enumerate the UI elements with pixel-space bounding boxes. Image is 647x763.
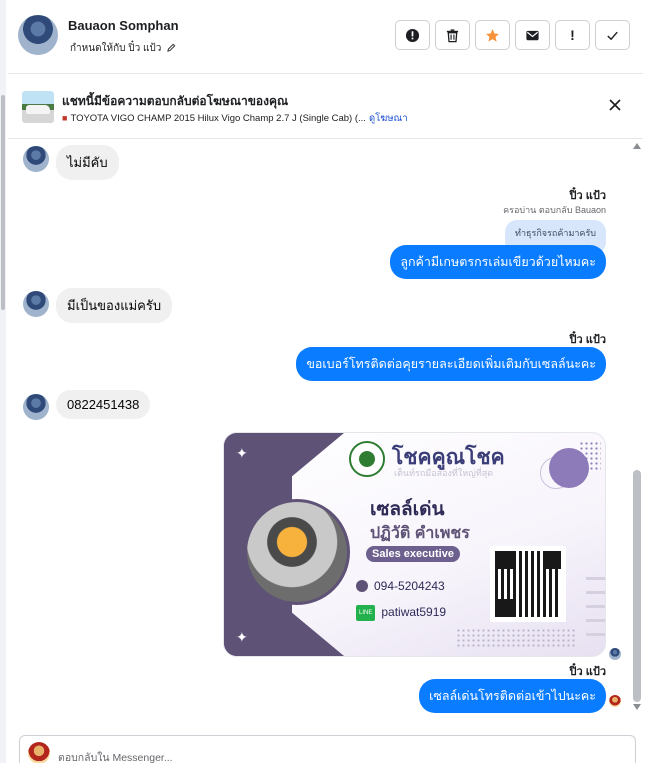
sender-avatar bbox=[609, 695, 621, 707]
contact-avatar-small bbox=[23, 291, 49, 317]
scroll-down-arrow-icon[interactable] bbox=[633, 704, 641, 710]
chat-scrollbar[interactable] bbox=[632, 140, 643, 710]
incoming-message: มีเป็นของแม่ครับ bbox=[56, 288, 173, 323]
incoming-message: 0822451438 bbox=[56, 390, 151, 419]
business-card-image[interactable]: ✦ ✦ โชคคูณโชค เต็นท์รถมือสองที่ใหญ่ที่สุ… bbox=[223, 432, 606, 657]
car-image bbox=[26, 105, 50, 114]
page-avatar bbox=[28, 742, 50, 763]
check-icon bbox=[607, 31, 618, 40]
card-decoration bbox=[579, 441, 601, 471]
exclamation-icon: ! bbox=[570, 27, 575, 43]
qr-code bbox=[490, 546, 566, 622]
chat-scrollbar-thumb[interactable] bbox=[633, 470, 641, 702]
qr-pattern bbox=[495, 551, 561, 617]
assignee-label[interactable]: กำหนดให้กับ ปิ๋ว แป้ว bbox=[70, 41, 176, 56]
mark-unread-button[interactable] bbox=[515, 20, 550, 50]
contact-avatar[interactable] bbox=[18, 15, 58, 55]
reply-input[interactable]: ตอบกลับใน Messenger... bbox=[58, 749, 173, 763]
salesperson-photo bbox=[244, 499, 350, 605]
inbox-conversation-panel: Bauaon Somphan กำหนดให้กับ ปิ๋ว แป้ว ! แ… bbox=[0, 0, 647, 763]
card-decoration bbox=[456, 628, 576, 648]
incoming-message: ไม่มีคับ bbox=[56, 145, 119, 180]
contact-avatar-small bbox=[23, 394, 49, 420]
outgoing-message: เซลล์เด่นโทรติดต่อเข้าไปนะคะ bbox=[419, 679, 606, 713]
conversation-header: Bauaon Somphan กำหนดให้กับ ปิ๋ว แป้ว ! bbox=[8, 0, 643, 74]
assignee-text: กำหนดให้กับ ปิ๋ว แป้ว bbox=[70, 43, 162, 54]
ad-context-subtitle: ■ TOYOTA VIGO CHAMP 2015 Hilux Vigo Champ… bbox=[62, 111, 408, 126]
reply-composer[interactable]: ตอบกลับใน Messenger... bbox=[19, 735, 636, 763]
sender-name: ปิ๋ว แป้ว bbox=[569, 666, 606, 678]
ad-context-banner: แชทนี้มีข้อความตอบกลับต่อโฆษณาของคุณ ■ TO… bbox=[8, 75, 643, 139]
line-icon: LINE bbox=[356, 605, 376, 621]
star-icon bbox=[485, 28, 500, 42]
ad-name: TOYOTA VIGO CHAMP 2015 Hilux Vigo Champ … bbox=[70, 113, 366, 124]
ad-thumbnail[interactable] bbox=[22, 91, 54, 123]
car-icon: ■ bbox=[62, 113, 68, 123]
alert-circle-icon bbox=[405, 28, 420, 42]
card-phone: 094-5204243 bbox=[356, 579, 445, 593]
delete-button[interactable] bbox=[435, 20, 470, 50]
pencil-icon[interactable] bbox=[167, 43, 176, 52]
card-role: Sales executive bbox=[366, 546, 460, 562]
ad-context-title: แชทนี้มีข้อความตอบกลับต่อโฆษณาของคุณ bbox=[62, 94, 289, 108]
contact-avatar-small bbox=[23, 146, 49, 172]
message-thread: ไม่มีคับ ปิ๋ว แป้ว ครอบ่าน ตอบกลับ Bauao… bbox=[8, 140, 633, 727]
left-scrollbar[interactable] bbox=[0, 0, 6, 763]
close-icon[interactable] bbox=[607, 97, 623, 113]
contact-name[interactable]: Bauaon Somphan bbox=[68, 18, 179, 33]
reply-note: ครอบ่าน ตอบกลับ Bauaon bbox=[503, 205, 606, 215]
sparkle-icon: ✦ bbox=[236, 629, 248, 645]
phone-icon bbox=[356, 580, 368, 592]
mark-done-button[interactable] bbox=[595, 20, 630, 50]
left-scrollbar-thumb[interactable] bbox=[1, 95, 5, 310]
envelope-icon bbox=[526, 30, 539, 40]
brand-logo bbox=[349, 441, 385, 477]
view-ad-link[interactable]: ดูโฆษณา bbox=[369, 113, 408, 124]
card-line: LINE patiwat5919 bbox=[356, 605, 446, 621]
follow-up-button[interactable]: ! bbox=[555, 20, 590, 50]
card-line-id: patiwat5919 bbox=[381, 605, 447, 620]
sender-name: ปิ๋ว แป้ว bbox=[569, 190, 606, 202]
star-button[interactable] bbox=[475, 20, 510, 50]
mark-spam-button[interactable] bbox=[395, 20, 430, 50]
sender-name: ปิ๋ว แป้ว bbox=[569, 334, 606, 346]
scroll-up-arrow-icon[interactable] bbox=[633, 143, 641, 149]
trash-icon bbox=[446, 28, 459, 42]
card-slogan: เต็นท์รถมือสองที่ใหญ่ที่สุด bbox=[394, 468, 494, 478]
outgoing-message: ลูกค้ามีเกษตรกรเล่มเขียวด้วยไหมคะ bbox=[390, 245, 606, 279]
card-nickname: เซลล์เด่น bbox=[370, 499, 445, 520]
card-full-name: ปฏิวัติ คำเพชร bbox=[370, 525, 470, 542]
sparkle-icon: ✦ bbox=[236, 445, 248, 461]
card-phone-number: 094-5204243 bbox=[374, 579, 445, 593]
seen-avatar bbox=[609, 648, 621, 660]
outgoing-message: ขอเบอร์โทรติดต่อคุยรายละเอียดเพิ่มเติมกั… bbox=[296, 347, 606, 381]
header-actions: ! bbox=[395, 20, 630, 50]
card-decoration bbox=[586, 571, 605, 641]
